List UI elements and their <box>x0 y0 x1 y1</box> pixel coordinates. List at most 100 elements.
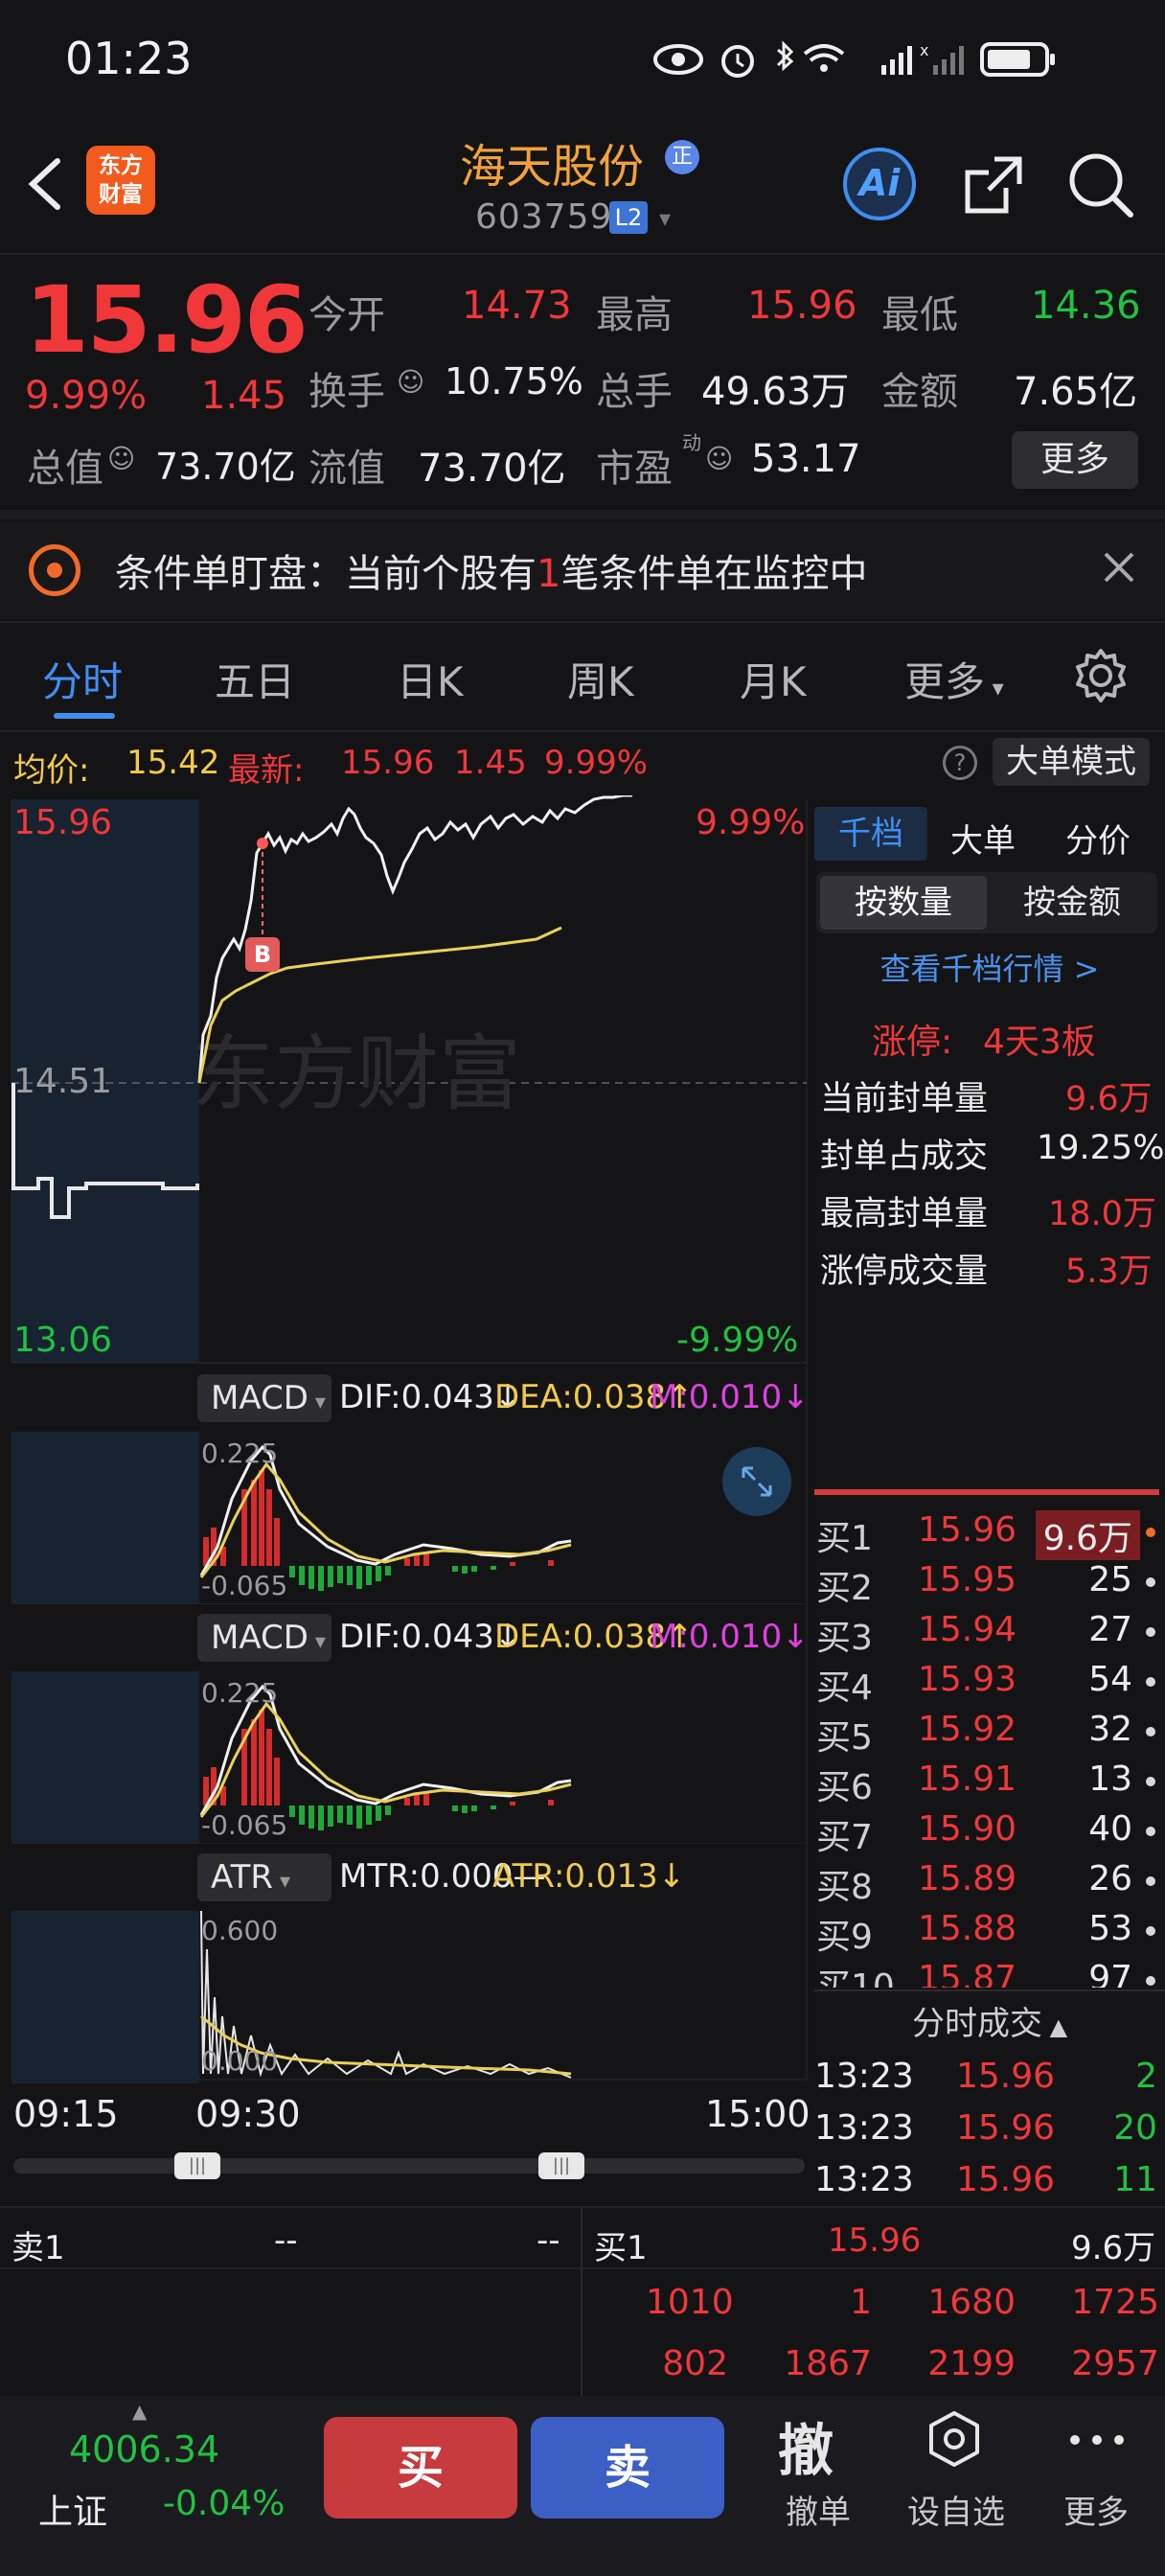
bid-row-7[interactable]: 买7 15.90 40 <box>816 1809 1165 1859</box>
more-label[interactable]: 更多 <box>1039 2486 1154 2533</box>
bid-ask-divider <box>814 1489 1159 1495</box>
macd-chart-1[interactable] <box>11 1432 807 1604</box>
watchlist-label[interactable]: 设自选 <box>899 2486 1014 2533</box>
tab-thousand-level[interactable]: 千档 <box>814 807 927 861</box>
level-dropdown-icon[interactable]: ▾ <box>659 205 671 232</box>
bid-row-6[interactable]: 买6 15.91 13 <box>816 1760 1165 1809</box>
back-arrow-icon[interactable] <box>23 155 65 213</box>
bid-row-1[interactable]: 买1 15.96 9.6万 <box>816 1510 1165 1560</box>
tab-monthly-k[interactable]: 月K <box>740 650 807 708</box>
by-quantity-button[interactable]: 按数量 <box>820 876 987 930</box>
view-depth-link[interactable]: 查看千档行情 > <box>814 945 1165 989</box>
indicator-selector-2[interactable]: MACD ▾ <box>197 1614 331 1662</box>
latest-value: 15.96 <box>341 744 435 782</box>
wifi-icon <box>803 44 845 72</box>
expand-caret-icon[interactable]: ▲ <box>132 2400 147 2423</box>
bid-row-10[interactable]: 买10 15.87 97 <box>816 1959 1165 1988</box>
indicator-1-name: MACD <box>211 1379 308 1417</box>
bid-row-4[interactable]: 买4 15.93 54 <box>816 1660 1165 1710</box>
trades-title[interactable]: 分时成交 ▲ <box>814 1997 1165 2044</box>
stat-label-4: 涨停成交量 <box>820 1253 989 1291</box>
cancel-icon[interactable]: 撤 <box>778 2405 834 2486</box>
divider <box>0 730 1165 732</box>
macd-chart-2[interactable] <box>11 1671 807 1844</box>
status-icons: x <box>653 40 1055 78</box>
sell-button[interactable]: 卖 <box>531 2417 724 2518</box>
bid-row-2[interactable]: 买2 15.95 25 <box>816 1560 1165 1610</box>
bid-qty: 25 <box>1088 1560 1132 1599</box>
tab-daily-k[interactable]: 日K <box>397 650 464 708</box>
indicator-selector-1[interactable]: MACD ▾ <box>197 1374 331 1422</box>
macd2-bottom: -0.065 <box>201 1809 288 1841</box>
bid-price: 15.90 <box>918 1809 1017 1849</box>
help-icon[interactable]: ? <box>943 746 977 780</box>
tab-weekly-k[interactable]: 周K <box>567 650 634 708</box>
avg-value: 15.42 <box>126 744 220 782</box>
range-handle-left[interactable]: ||| <box>174 2152 220 2179</box>
banner-count: 1 <box>537 552 561 596</box>
trade-price: 15.96 <box>956 2108 1056 2148</box>
float-value: 73.70亿 <box>418 447 566 491</box>
bid-row-3[interactable]: 买3 15.94 27 <box>816 1610 1165 1660</box>
bid-qty: 54 <box>1088 1660 1132 1699</box>
indicator-2-name: MACD <box>211 1619 308 1657</box>
status-bar: 01:23 x <box>0 0 1165 115</box>
tab-more[interactable]: 更多 ▾ <box>904 650 1004 708</box>
bid-row-8[interactable]: 买8 15.89 26 <box>816 1859 1165 1909</box>
tab-intraday[interactable]: 分时 <box>42 650 123 708</box>
level-badge[interactable]: L2 <box>609 201 648 234</box>
chart-price-top: 15.96 <box>13 803 113 842</box>
tab-big-order[interactable]: 大单 <box>950 815 1016 862</box>
indicator-selector-3[interactable]: ATR ▾ <box>197 1853 331 1901</box>
settings-gear-icon[interactable] <box>1073 648 1129 703</box>
stat-value-1: 9.6万 <box>1065 1080 1153 1118</box>
tab-underline <box>54 713 115 719</box>
pe-info-icon[interactable]: ☺ <box>705 443 733 474</box>
macd2-m: M:0.010↓ <box>650 1618 810 1656</box>
bid-qty: 32 <box>1088 1710 1132 1749</box>
trade-time: 13:23 <box>814 2160 914 2199</box>
bid-price: 15.91 <box>918 1760 1017 1799</box>
range-handle-right[interactable]: ||| <box>538 2152 584 2179</box>
cancel-label[interactable]: 撤单 <box>761 2486 876 2533</box>
chart-pct-bottom: -9.99% <box>676 1321 799 1360</box>
divider <box>0 253 1165 255</box>
search-icon[interactable] <box>1065 150 1136 220</box>
index-name[interactable]: 上证 <box>38 2484 107 2534</box>
macd1-bottom: -0.065 <box>201 1570 288 1601</box>
macd-histogram-green <box>289 1566 496 1591</box>
bid-qty: 53 <box>1088 1909 1132 1948</box>
atr-chart[interactable] <box>11 1911 807 2083</box>
bid-price: 15.95 <box>918 1560 1017 1599</box>
bid-level: 买6 <box>816 1768 873 1807</box>
bid-row-5[interactable]: 买5 15.92 32 <box>816 1710 1165 1760</box>
ai-button[interactable]: Ai <box>843 148 916 220</box>
big-order-mode-button[interactable]: 大单模式 <box>993 738 1150 786</box>
stock-name[interactable]: 海天股份 <box>460 128 644 196</box>
logo-text-1: 东方 <box>99 153 143 178</box>
bid-qty: 40 <box>1088 1809 1132 1849</box>
bid-price: 15.94 <box>918 1610 1017 1649</box>
bid-row-9[interactable]: 买9 15.88 53 <box>816 1909 1165 1959</box>
watchlist-icon[interactable] <box>925 2409 983 2471</box>
divider <box>0 510 1165 519</box>
stat-value-2: 19.25% <box>1037 1129 1165 1167</box>
tab-price-dist[interactable]: 分价 <box>1065 815 1131 862</box>
index-value[interactable]: 4006.34 <box>69 2428 219 2471</box>
by-amount-button[interactable]: 按金额 <box>991 876 1154 930</box>
info-icon[interactable]: ☺ <box>107 443 135 474</box>
open-label: 今开 <box>308 293 385 337</box>
tab-five-day[interactable]: 五日 <box>215 650 295 708</box>
share-icon[interactable] <box>960 151 1027 218</box>
more-quote-button[interactable]: 更多 <box>1012 431 1138 489</box>
bid-level: 买3 <box>816 1619 873 1658</box>
queue-2-2: 1867 <box>784 2344 872 2383</box>
close-icon[interactable] <box>1102 550 1136 585</box>
zheng-badge: 正 <box>665 140 699 174</box>
range-slider-track[interactable] <box>13 2158 805 2174</box>
index-change[interactable]: -0.04% <box>163 2484 285 2523</box>
more-dots-icon[interactable] <box>1065 2430 1129 2450</box>
turnover-info-icon[interactable]: ☺ <box>397 366 424 398</box>
buy-button[interactable]: 买 <box>324 2417 517 2518</box>
status-time: 01:23 <box>65 33 193 84</box>
